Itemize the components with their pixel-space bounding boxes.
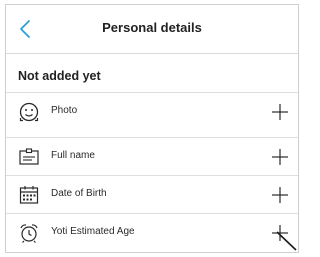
page-title: Personal details — [102, 20, 202, 35]
alarm-clock-icon — [20, 224, 38, 243]
face-icon — [19, 102, 39, 122]
plus-icon[interactable] — [270, 185, 290, 205]
id-card-icon — [19, 148, 39, 165]
list-item-full-name[interactable]: Full name — [6, 138, 298, 176]
list-item-date-of-birth[interactable]: Date of Birth — [6, 176, 298, 214]
list-item-label: Photo — [51, 105, 78, 116]
plus-icon[interactable] — [270, 147, 290, 167]
calendar-icon — [19, 186, 39, 204]
list-item-yoti-estimated-age[interactable]: Yoti Estimated Age — [6, 214, 298, 252]
list-item-label: Yoti Estimated Age — [51, 226, 135, 237]
list-item-label: Full name — [51, 150, 95, 161]
personal-details-screen: Personal details Not added yet Photo Ful… — [5, 4, 299, 253]
header-bar: Personal details — [6, 5, 298, 54]
section-heading: Not added yet — [18, 69, 101, 83]
list-item-photo[interactable]: Photo — [6, 93, 298, 131]
plus-icon[interactable] — [270, 102, 290, 122]
cursor-pointer-icon — [276, 231, 297, 251]
list-item-label: Date of Birth — [51, 188, 107, 199]
